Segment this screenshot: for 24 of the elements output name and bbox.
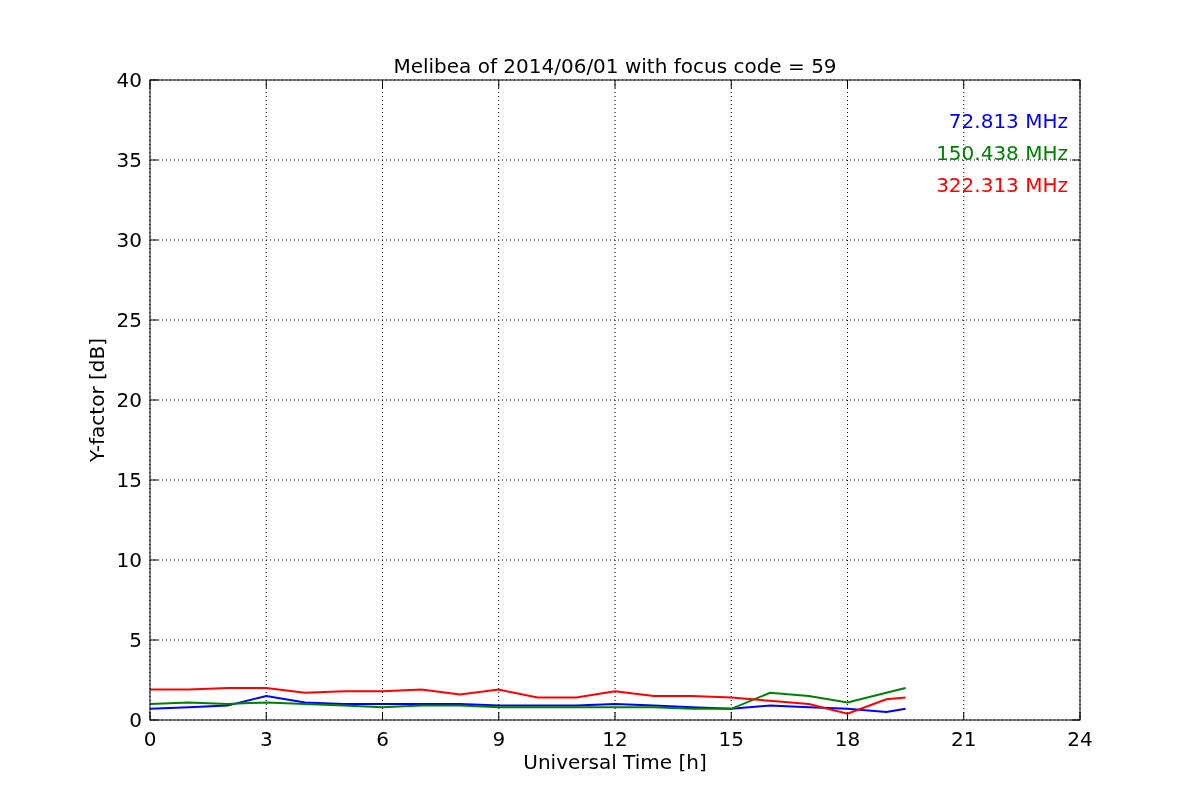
y-tick-label: 0 xyxy=(129,708,142,732)
x-tick-label: 6 xyxy=(376,727,389,751)
x-tick-label: 12 xyxy=(602,727,628,751)
x-tick-label: 0 xyxy=(143,727,157,751)
x-axis-label: Universal Time [h] xyxy=(523,750,707,774)
y-tick-label: 10 xyxy=(116,548,142,572)
legend-label: 150.438 MHz xyxy=(936,141,1068,165)
y-tick-label: 25 xyxy=(116,308,142,332)
y-tick-label: 40 xyxy=(116,68,142,92)
x-tick-label: 24 xyxy=(1067,727,1093,751)
legend-label: 72.813 MHz xyxy=(948,109,1068,133)
y-axis-label: Y-factor [dB] xyxy=(85,338,109,462)
x-tick-label: 21 xyxy=(951,727,977,751)
y-tick-label: 20 xyxy=(116,388,142,412)
x-tick-label: 9 xyxy=(492,727,506,751)
y-tick-label: 5 xyxy=(129,628,142,652)
x-tick-label: 3 xyxy=(259,727,273,751)
y-tick-label: 35 xyxy=(116,148,142,172)
legend-label: 322.313 MHz xyxy=(936,173,1068,197)
chart-title: Melibea of 2014/06/01 with focus code = 59 xyxy=(393,54,837,78)
x-tick-label: 15 xyxy=(718,727,744,751)
y-tick-label: 15 xyxy=(116,468,142,492)
y-tick-label: 30 xyxy=(116,228,142,252)
x-tick-label: 18 xyxy=(834,727,861,751)
